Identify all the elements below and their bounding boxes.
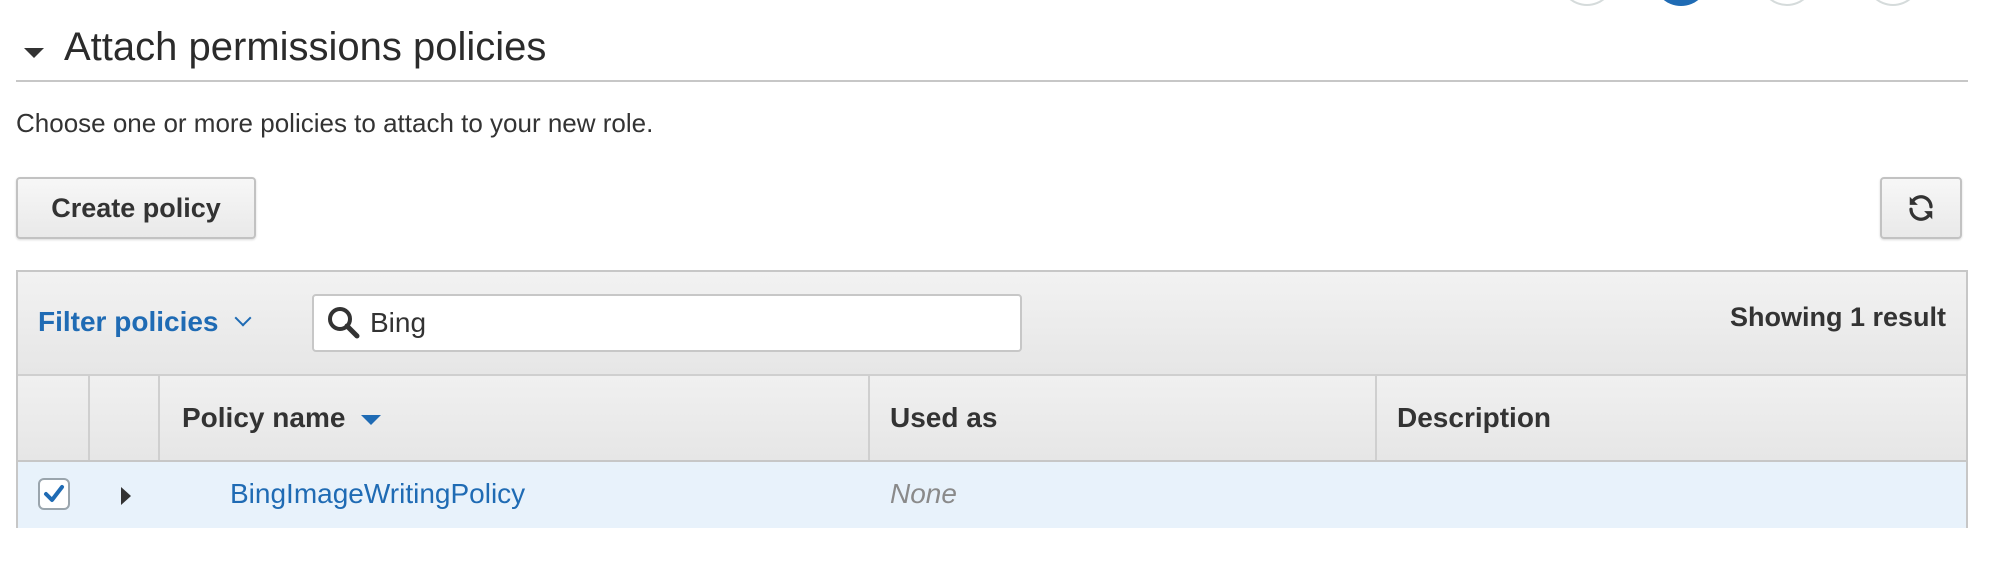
- section-title: Attach permissions policies: [64, 24, 547, 69]
- column-header-used-as[interactable]: Used as: [870, 376, 1377, 460]
- search-input[interactable]: [368, 306, 1012, 340]
- refresh-icon: [1909, 195, 1933, 221]
- header-expand-column: [90, 376, 160, 460]
- header-select-column: [18, 376, 90, 460]
- sort-descending-icon[interactable]: [361, 415, 382, 425]
- used-as-value: None: [890, 478, 957, 509]
- policy-name-link[interactable]: BingImageWritingPolicy: [230, 478, 525, 510]
- step-indicator: [1866, 0, 1920, 6]
- wizard-steps: [1560, 0, 1960, 6]
- policies-table: Filter policies Showing 1 result Policy …: [16, 270, 1968, 528]
- column-header-policy-name[interactable]: Policy name: [160, 376, 870, 460]
- step-indicator-active: [1654, 0, 1708, 6]
- checkmark-icon: [44, 485, 64, 502]
- column-header-description[interactable]: Description: [1377, 376, 1966, 460]
- expand-row-caret-icon[interactable]: [121, 487, 131, 505]
- chevron-down-icon: [234, 309, 251, 327]
- column-header-label: Used as: [890, 402, 998, 433]
- column-header-label: Policy name: [182, 402, 346, 433]
- column-header-label: Description: [1397, 402, 1552, 433]
- filter-policies-dropdown[interactable]: Filter policies: [38, 306, 251, 338]
- step-indicator: [1760, 0, 1814, 6]
- result-count: Showing 1 result: [1729, 302, 1946, 332]
- table-row[interactable]: BingImageWritingPolicy None: [18, 462, 1966, 528]
- search-icon: [328, 307, 360, 339]
- create-policy-button[interactable]: Create policy: [16, 177, 256, 239]
- section-header[interactable]: Attach permissions policies: [16, 22, 1968, 82]
- refresh-button[interactable]: [1880, 177, 1962, 239]
- table-header: Policy name Used as Description: [18, 376, 1966, 462]
- step-indicator: [1560, 0, 1614, 6]
- search-box[interactable]: [312, 294, 1022, 352]
- row-checkbox[interactable]: [38, 478, 70, 510]
- intro-text: Choose one or more policies to attach to…: [16, 108, 654, 138]
- filter-policies-label: Filter policies: [38, 306, 219, 337]
- filter-bar: Filter policies Showing 1 result: [18, 272, 1966, 376]
- collapse-caret-icon[interactable]: [24, 48, 44, 58]
